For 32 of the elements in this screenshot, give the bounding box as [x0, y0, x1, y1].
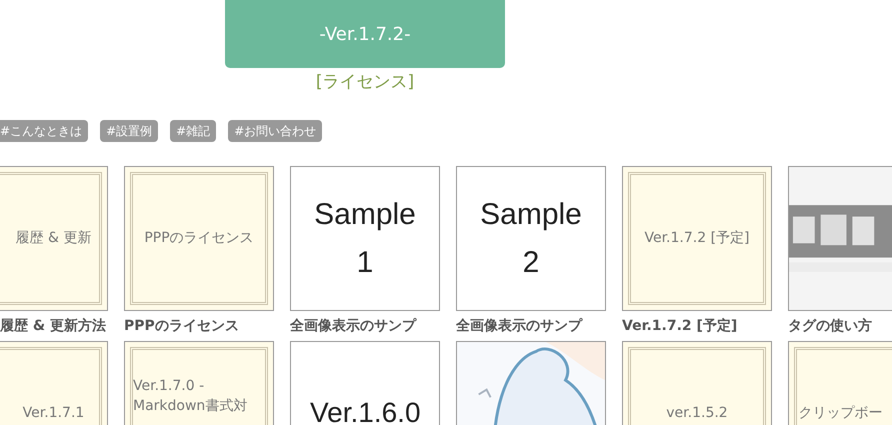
tag-link[interactable]: #こんなときは [0, 120, 88, 142]
card-label: 履歴 & 更新 [14, 229, 92, 248]
thumbnail-card[interactable]: 履歴 & 更新 [0, 166, 108, 311]
thumbnail-card[interactable]: クリップボー [788, 341, 892, 425]
card-title[interactable]: 全画像表示のサンプ [456, 317, 606, 335]
thumbnail-card[interactable]: Ver.1.6.0 [290, 341, 440, 425]
card-label: Ver.1.6.0 [310, 396, 420, 425]
license-link[interactable]: [ライセンス] [316, 70, 414, 93]
tag-link[interactable]: #設置例 [100, 120, 158, 142]
card-label: Ver.1.7.2 [予定] [643, 229, 751, 248]
card-title[interactable]: 履歴 & 更新方法 [0, 317, 108, 335]
card-title[interactable]: 全画像表示のサンプ [290, 317, 440, 335]
thumbnail-card[interactable]: Sample 1 [290, 166, 440, 311]
thumbnail-card[interactable]: PPPのライセンス [124, 166, 274, 311]
card-title[interactable]: タグの使い方 [788, 317, 892, 335]
tag-link[interactable]: #お問い合わせ [228, 120, 322, 142]
card-label: Sample 1 [313, 196, 417, 280]
card-label: Sample 2 [479, 196, 583, 280]
thumbnail-card[interactable]: Sample 2 [456, 166, 606, 311]
tag-link[interactable]: #雑記 [170, 120, 216, 142]
version-banner: -Ver.1.7.2- [225, 0, 505, 68]
card-title[interactable]: PPPのライセンス [124, 317, 274, 335]
card-label: Ver.1.7.0 - Markdown書式対 [132, 377, 248, 416]
thumbnail-card[interactable]: ver.1.5.2 [622, 341, 772, 425]
thumbnail-card[interactable]: Ver.1.7.2 [予定] [622, 166, 772, 311]
thumbnail-card[interactable]: Ver.1.7.0 - Markdown書式対 [124, 341, 274, 425]
card-title[interactable]: Ver.1.7.2 [予定] [622, 317, 772, 335]
card-label: Ver.1.7.1 [22, 404, 86, 423]
card-label: クリップボー [798, 404, 884, 423]
card-label: ver.1.5.2 [665, 404, 729, 423]
card-label: PPPのライセンス [143, 229, 255, 248]
thumbnail-card[interactable]: Ver.1.7.1 [0, 341, 108, 425]
